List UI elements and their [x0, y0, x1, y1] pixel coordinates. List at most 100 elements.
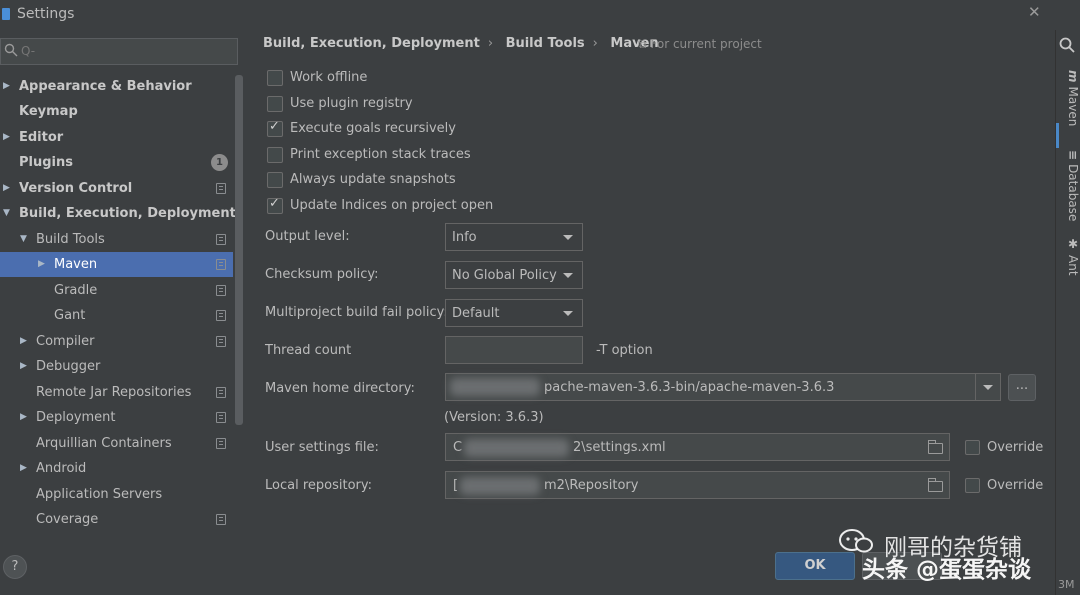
expand-right-icon[interactable]: ▶	[3, 125, 10, 150]
local-repo-field[interactable]: [ m2\Repository	[445, 471, 950, 499]
project-scope-icon	[216, 259, 226, 270]
checksum-policy-select[interactable]: No Global Policy	[445, 261, 583, 289]
sidebar-item-editor[interactable]: ▶ Editor	[0, 125, 233, 150]
output-level-value: Info	[452, 230, 477, 245]
sidebar-item-label: Application Servers	[36, 487, 163, 502]
checkbox-label: Work offline	[290, 70, 368, 85]
sidebar-item-android[interactable]: ▶ Android	[0, 456, 233, 481]
checkbox[interactable]	[267, 70, 283, 86]
search-icon	[4, 43, 18, 57]
sidebar-item-label: Maven	[54, 257, 98, 272]
ant-tool-tab[interactable]: ✱ Ant	[1060, 237, 1080, 276]
maven-tool-tab[interactable]: m Maven	[1060, 70, 1080, 126]
sidebar-item-keymap[interactable]: Keymap	[0, 99, 233, 124]
expand-right-icon[interactable]: ▶	[3, 74, 10, 99]
user-settings-field[interactable]: C 2\settings.xml	[445, 433, 950, 461]
override-label: Override	[987, 440, 1044, 455]
cancel-button[interactable]	[862, 552, 942, 580]
sidebar-scrollbar[interactable]	[235, 75, 243, 425]
chevron-down-icon	[563, 311, 573, 316]
scope-label-text: For current project	[650, 37, 762, 51]
sidebar-item-gant[interactable]: Gant	[0, 303, 233, 328]
expand-down-icon[interactable]: ▼	[3, 201, 10, 226]
ant-tab-label: Ant	[1066, 255, 1080, 276]
expand-right-icon[interactable]: ▶	[20, 456, 27, 481]
ok-button[interactable]: OK	[775, 552, 855, 580]
chevron-down-icon	[563, 273, 573, 278]
folder-icon[interactable]	[928, 478, 943, 492]
expand-right-icon[interactable]: ▶	[20, 329, 27, 354]
sidebar-item-compiler[interactable]: ▶ Compiler	[0, 329, 233, 354]
search-icon[interactable]	[1059, 37, 1075, 53]
sidebar-item-label: Gradle	[54, 283, 98, 298]
checkbox-label: Execute goals recursively	[290, 121, 456, 136]
sidebar-item-build-execution-deployment[interactable]: ▼ Build, Execution, Deployment	[0, 201, 236, 226]
expand-right-icon[interactable]: ▶	[20, 405, 27, 430]
sidebar-item-maven[interactable]: ▶ Maven	[0, 252, 233, 277]
override-label: Override	[987, 478, 1044, 493]
sidebar-item-version-control[interactable]: ▶ Version Control	[0, 176, 233, 201]
checkbox[interactable]: ✓	[267, 196, 283, 214]
close-icon[interactable]: ✕	[1028, 3, 1041, 21]
thread-count-input[interactable]	[445, 336, 583, 364]
checkbox-label: Print exception stack traces	[290, 147, 471, 162]
database-icon: ≡	[1066, 150, 1080, 161]
project-scope-icon	[216, 412, 226, 423]
sidebar-item-application-servers[interactable]: Application Servers	[0, 482, 233, 507]
sidebar-item-label: Keymap	[19, 104, 78, 119]
checkbox-label: Use plugin registry	[290, 96, 413, 111]
fail-policy-select[interactable]: Default	[445, 299, 583, 327]
checkbox-label: Update Indices on project open	[290, 198, 494, 213]
override-checkbox[interactable]	[965, 478, 980, 493]
thread-count-hint: -T option	[596, 343, 653, 358]
maven-home-select[interactable]: pache-maven-3.6.3-bin/apache-maven-3.6.3	[445, 373, 1001, 401]
help-button[interactable]: ?	[3, 555, 27, 579]
maven-tab-label: Maven	[1066, 86, 1080, 127]
checkbox[interactable]: ✓	[267, 119, 283, 137]
sidebar-item-label: Deployment	[36, 410, 116, 425]
redacted-text	[450, 378, 540, 396]
expand-down-icon[interactable]: ▼	[20, 227, 27, 252]
fail-policy-label: Multiproject build fail policy:	[265, 305, 448, 320]
output-level-select[interactable]: Info	[445, 223, 583, 251]
breadcrumb: Build, Execution, Deployment › Build Tool…	[263, 36, 667, 54]
checkbox[interactable]	[267, 172, 283, 188]
override-checkbox[interactable]	[965, 440, 980, 455]
sidebar-item-coverage[interactable]: Coverage	[0, 507, 233, 532]
checkmark-icon: ✓	[269, 119, 280, 134]
sidebar-item-arquillian-containers[interactable]: Arquillian Containers	[0, 431, 233, 456]
checkbox[interactable]	[267, 147, 283, 163]
settings-sidebar: ▶ Appearance & Behavior Keymap ▶ Editor Plugi…	[0, 30, 245, 540]
sidebar-item-appearance-behavior[interactable]: ▶ Appearance & Behavior	[0, 74, 233, 99]
ant-icon: ✱	[1066, 237, 1080, 251]
expand-right-icon[interactable]: ▶	[38, 252, 45, 277]
database-tool-tab[interactable]: ≡ Database	[1060, 150, 1080, 221]
breadcrumb-item: Build Tools	[505, 36, 585, 51]
breadcrumb-separator: ›	[592, 36, 598, 51]
sidebar-item-debugger[interactable]: ▶ Debugger	[0, 354, 233, 379]
sidebar-item-remote-jar-repositories[interactable]: Remote Jar Repositories	[0, 380, 233, 405]
local-repo-value: m2\Repository	[544, 478, 639, 493]
browse-maven-home-button[interactable]: ...	[1008, 374, 1036, 401]
local-repo-label: Local repository:	[265, 478, 372, 493]
output-level-label: Output level:	[265, 229, 350, 244]
expand-right-icon[interactable]: ▶	[3, 176, 10, 201]
chevron-down-icon[interactable]	[983, 385, 993, 390]
sidebar-item-deployment[interactable]: ▶ Deployment	[0, 405, 233, 430]
sidebar-item-gradle[interactable]: Gradle	[0, 278, 233, 303]
project-scope-icon: ⧉	[638, 37, 651, 51]
app-icon	[2, 8, 10, 20]
user-settings-prefix: C	[453, 440, 463, 455]
project-scope-icon	[216, 183, 226, 194]
checksum-policy-value: No Global Policy	[452, 268, 557, 283]
checkbox[interactable]	[267, 96, 283, 112]
checkbox-label: Always update snapshots	[290, 172, 456, 187]
sidebar-item-label: Coverage	[36, 512, 99, 527]
project-scope-icon	[216, 336, 226, 347]
settings-search[interactable]	[0, 38, 238, 65]
sidebar-item-build-tools[interactable]: ▼ Build Tools	[0, 227, 233, 252]
sidebar-item-plugins[interactable]: Plugins 1	[0, 150, 233, 175]
folder-icon[interactable]	[928, 440, 943, 454]
expand-right-icon[interactable]: ▶	[20, 354, 27, 379]
search-input[interactable]	[21, 42, 231, 60]
